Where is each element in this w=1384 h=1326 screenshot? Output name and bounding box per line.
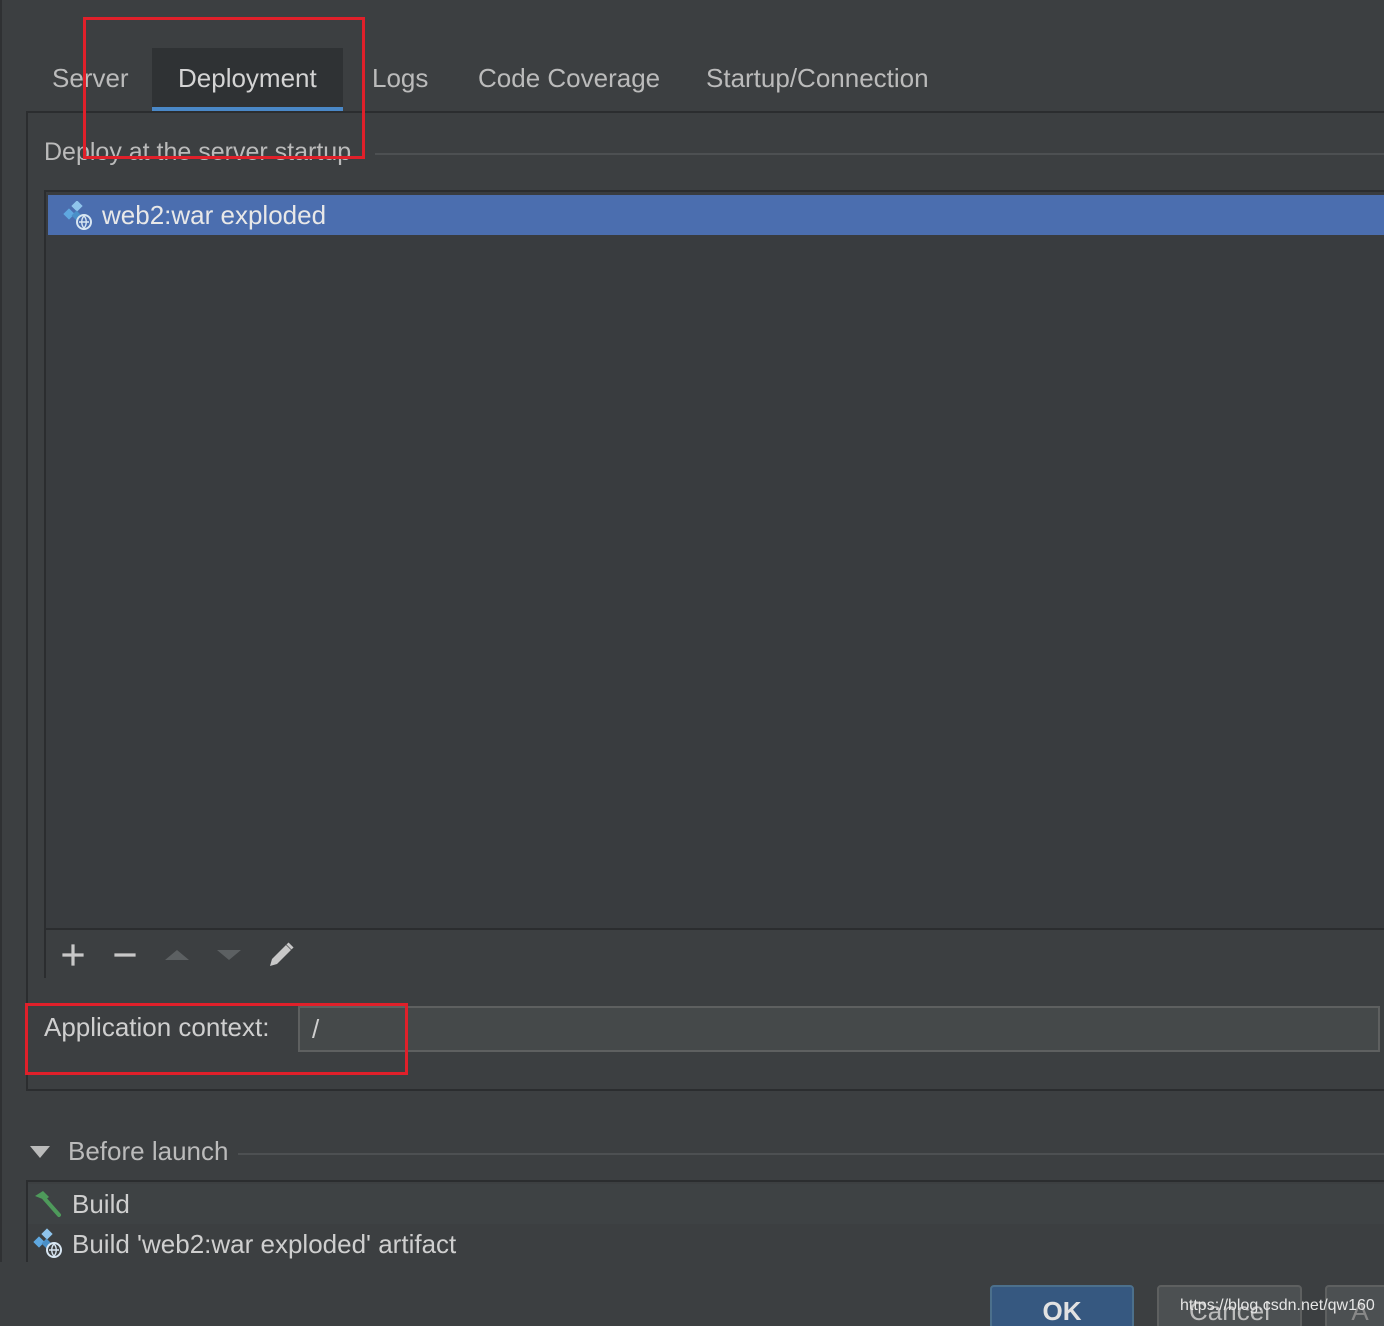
artifact-icon: [62, 200, 94, 231]
ok-button[interactable]: OK: [990, 1285, 1134, 1326]
list-item-label: Build: [72, 1189, 130, 1219]
tab-code-coverage[interactable]: Code Coverage: [452, 48, 686, 112]
hammer-icon: [32, 1188, 64, 1220]
application-context-label: Application context:: [44, 1012, 270, 1042]
list-toolbar: [46, 928, 1384, 978]
group-separator: [375, 153, 1384, 155]
watermark: https://blog.csdn.net/qw160: [1180, 1297, 1375, 1314]
tab-startup-connection[interactable]: Startup/Connection: [680, 48, 955, 112]
tab-deployment[interactable]: Deployment: [152, 48, 343, 112]
deploy-group-title: Deploy at the server startup: [44, 138, 366, 167]
before-launch-title: Before launch: [68, 1136, 229, 1166]
list-item-build[interactable]: Build: [28, 1184, 1384, 1224]
deploy-artifact-list[interactable]: web2:war exploded: [44, 190, 1384, 978]
before-launch-toggle[interactable]: Before launch: [30, 1136, 290, 1170]
before-launch-list: Build Build 'web2:war exploded' artifact: [26, 1180, 1384, 1264]
arrow-up-icon[interactable]: [160, 938, 194, 972]
tab-logs[interactable]: Logs: [346, 48, 454, 112]
tab-bar: Server Deployment Logs Code Coverage Sta…: [26, 48, 1384, 112]
list-item-build-artifact[interactable]: Build 'web2:war exploded' artifact: [28, 1224, 1384, 1264]
left-border: [0, 0, 2, 1262]
application-context-input[interactable]: [298, 1006, 1380, 1052]
list-area: web2:war exploded: [46, 192, 1384, 928]
run-configuration-dialog: Server Deployment Logs Code Coverage Sta…: [0, 0, 1384, 1326]
pencil-icon[interactable]: [264, 938, 298, 972]
tab-server[interactable]: Server: [26, 48, 155, 112]
minus-icon[interactable]: [108, 938, 142, 972]
arrow-down-icon[interactable]: [212, 938, 246, 972]
list-item-artifact[interactable]: web2:war exploded: [48, 195, 1384, 235]
before-launch-separator: [238, 1153, 1384, 1155]
list-item-label: web2:war exploded: [102, 200, 327, 230]
chevron-down-icon: [30, 1146, 50, 1158]
plus-icon[interactable]: [56, 938, 90, 972]
artifact-icon: [32, 1228, 64, 1260]
list-item-label: Build 'web2:war exploded' artifact: [72, 1229, 457, 1259]
